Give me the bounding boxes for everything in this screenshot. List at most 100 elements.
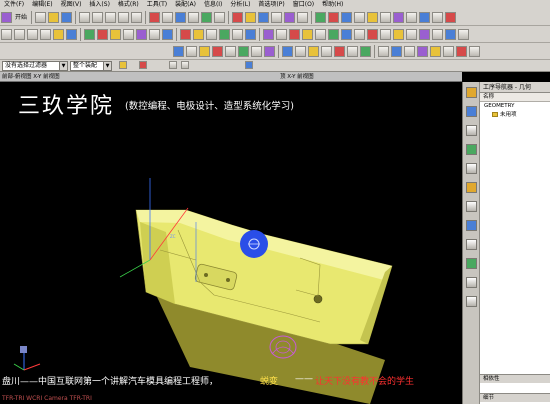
cl-icon[interactable] xyxy=(432,12,444,23)
process-studio-icon[interactable] xyxy=(466,277,477,288)
surface-icon[interactable] xyxy=(406,29,417,40)
system-materials-icon[interactable] xyxy=(466,201,477,212)
bottom-view-icon[interactable] xyxy=(360,46,371,57)
settings-icon[interactable] xyxy=(456,46,467,57)
method-icon[interactable] xyxy=(354,12,366,23)
chamfer-icon[interactable] xyxy=(162,29,173,40)
front-view-icon[interactable] xyxy=(295,46,306,57)
generate-icon[interactable] xyxy=(380,12,392,23)
operation-navigator-icon[interactable] xyxy=(466,125,477,136)
analysis-nav-icon[interactable] xyxy=(466,296,477,307)
history-icon[interactable] xyxy=(466,182,477,193)
info-icon[interactable] xyxy=(297,12,309,23)
undo-icon[interactable] xyxy=(79,12,91,23)
postprocess-icon[interactable] xyxy=(406,12,418,23)
block-icon[interactable] xyxy=(110,29,121,40)
path-icon[interactable] xyxy=(445,12,457,23)
zoom-icon[interactable] xyxy=(175,12,187,23)
text-icon[interactable] xyxy=(40,29,51,40)
tool-icon[interactable] xyxy=(328,12,340,23)
iso-view-icon[interactable] xyxy=(321,46,332,57)
analysis-icon[interactable] xyxy=(284,12,296,23)
view-icon[interactable] xyxy=(173,46,184,57)
n-sided-icon[interactable] xyxy=(445,29,456,40)
snap-mid-icon[interactable] xyxy=(245,61,253,69)
unite-icon[interactable] xyxy=(341,29,352,40)
dependencies-panel-header[interactable]: 相依性 xyxy=(480,374,550,383)
verify-icon[interactable] xyxy=(393,12,405,23)
offset-curve-icon[interactable] xyxy=(66,29,77,40)
delete-face-icon[interactable] xyxy=(276,29,287,40)
blend-icon[interactable] xyxy=(149,29,160,40)
details-panel-header[interactable]: 细节 xyxy=(480,393,550,402)
menu-format[interactable]: 格式(R) xyxy=(114,0,143,9)
extrude-icon[interactable] xyxy=(84,29,95,40)
pan-icon[interactable] xyxy=(162,12,174,23)
arc-icon[interactable] xyxy=(14,29,25,40)
menu-assembly[interactable]: 装配(A) xyxy=(171,0,200,9)
open-icon[interactable] xyxy=(48,12,60,23)
roles-icon[interactable] xyxy=(466,239,477,250)
wireframe-icon[interactable] xyxy=(214,12,226,23)
show-icon[interactable] xyxy=(391,46,402,57)
snap-point-icon[interactable] xyxy=(169,61,177,69)
draft-icon[interactable] xyxy=(315,29,326,40)
redo-icon[interactable] xyxy=(92,12,104,23)
snap-end-icon[interactable] xyxy=(181,61,189,69)
through-curves-icon[interactable] xyxy=(419,29,430,40)
hole-icon[interactable] xyxy=(123,29,134,40)
tree-item-unused[interactable]: 未用项 xyxy=(480,111,550,120)
split-icon[interactable] xyxy=(328,29,339,40)
menu-window[interactable]: 窗口(O) xyxy=(289,0,318,9)
menu-tools[interactable]: 工具(T) xyxy=(143,0,171,9)
shaded-icon[interactable] xyxy=(201,12,213,23)
intersect-icon[interactable] xyxy=(367,29,378,40)
hide-icon[interactable] xyxy=(378,46,389,57)
revolve-icon[interactable] xyxy=(97,29,108,40)
new-icon[interactable] xyxy=(35,12,47,23)
orient-icon[interactable] xyxy=(186,46,197,57)
selection-filter-dropdown[interactable]: 没有选择过滤器 ▼ xyxy=(2,61,68,71)
thicken-icon[interactable] xyxy=(206,29,217,40)
graphics-viewport[interactable]: ZC 三玖学院 (数控编程、电极设计、造型系统化学习) 盘川——中国互联网第一个… xyxy=(0,82,462,404)
layer-icon[interactable] xyxy=(232,12,244,23)
menu-info[interactable]: 信息(I) xyxy=(200,0,226,9)
help-icon[interactable] xyxy=(469,46,480,57)
mirror-icon[interactable] xyxy=(232,29,243,40)
clip-icon[interactable] xyxy=(225,46,236,57)
render-icon[interactable] xyxy=(238,46,249,57)
edge-icon[interactable] xyxy=(251,46,262,57)
spline-icon[interactable] xyxy=(27,29,38,40)
resize-icon[interactable] xyxy=(302,29,313,40)
navigator-column-name[interactable]: 名称 xyxy=(480,93,550,102)
face-icon[interactable] xyxy=(264,46,275,57)
replace-face-icon[interactable] xyxy=(289,29,300,40)
reuse-library-icon[interactable] xyxy=(466,163,477,174)
trimetric-icon[interactable] xyxy=(334,46,345,57)
boolean-icon[interactable] xyxy=(136,29,147,40)
menu-analysis[interactable]: 分析(L) xyxy=(226,0,254,9)
point-icon[interactable] xyxy=(53,29,64,40)
sew-icon[interactable] xyxy=(193,29,204,40)
menu-edit[interactable]: 编辑(E) xyxy=(28,0,56,9)
assembly-navigator-icon[interactable] xyxy=(466,87,477,98)
geometry-icon[interactable] xyxy=(341,12,353,23)
pattern-icon[interactable] xyxy=(219,29,230,40)
start-button[interactable]: 开始 xyxy=(13,9,29,25)
subtract-icon[interactable] xyxy=(354,29,365,40)
fit-icon[interactable] xyxy=(188,12,200,23)
palette-icon[interactable] xyxy=(466,258,477,269)
menu-insert[interactable]: 插入(S) xyxy=(85,0,114,9)
show-hide-icon[interactable] xyxy=(245,12,257,23)
grid-icon[interactable] xyxy=(443,46,454,57)
paste-icon[interactable] xyxy=(131,12,143,23)
assembly-filter-dropdown[interactable]: 整个装配 ▼ xyxy=(70,61,112,71)
program-icon[interactable] xyxy=(367,12,379,23)
part-navigator-icon[interactable] xyxy=(466,106,477,117)
wcs-icon[interactable] xyxy=(258,12,270,23)
snap-icon[interactable] xyxy=(199,46,210,57)
bound-icon[interactable] xyxy=(393,29,404,40)
right-view-icon[interactable] xyxy=(308,46,319,57)
back-view-icon[interactable] xyxy=(347,46,358,57)
swept-icon[interactable] xyxy=(432,29,443,40)
